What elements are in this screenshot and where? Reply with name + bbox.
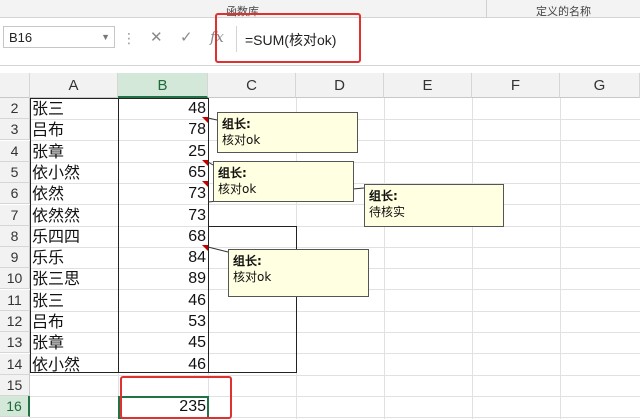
comment-text: 待核实	[369, 205, 406, 219]
comment-text: 核对ok	[222, 133, 261, 147]
comment-box[interactable]: 组长: 核对ok	[228, 249, 369, 297]
connector-line	[207, 117, 218, 121]
comment-box[interactable]: 组长: 待核实	[364, 184, 504, 227]
connector-line	[207, 246, 229, 253]
comment-connectors	[207, 117, 365, 253]
comment-text: 核对ok	[233, 270, 272, 284]
comment-author: 组长:	[222, 117, 251, 131]
comment-box[interactable]: 组长: 核对ok	[217, 112, 358, 153]
comment-author: 组长:	[369, 189, 398, 203]
comment-author: 组长:	[233, 254, 262, 268]
comment-author: 组长:	[218, 166, 247, 180]
comment-text: 核对ok	[218, 182, 257, 196]
comment-box[interactable]: 组长: 核对ok	[213, 161, 354, 202]
